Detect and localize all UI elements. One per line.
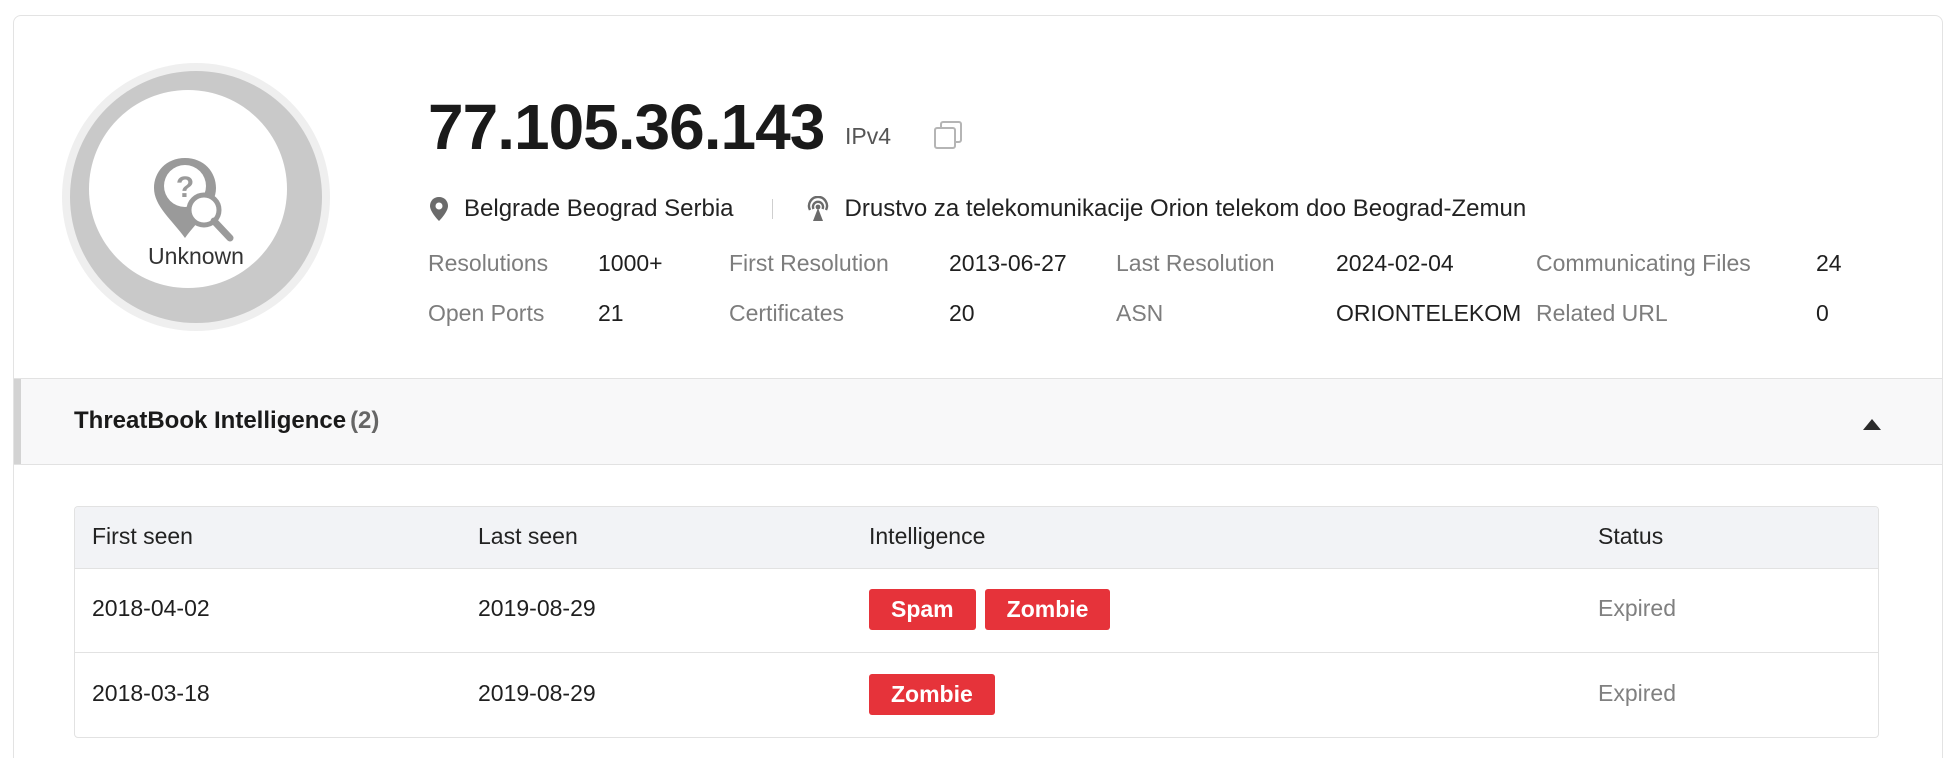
intelligence-section-header[interactable]: ThreatBook Intelligence (2) — [14, 378, 1942, 465]
table-header: First seen Last seen Intelligence Status — [75, 507, 1878, 569]
cell-status: Expired — [1598, 680, 1676, 706]
cell-last-seen: 2019-08-29 — [478, 595, 596, 621]
table-row: 2018-03-18 2019-08-29 Zombie Expired — [75, 654, 1878, 737]
stat-asn-value[interactable]: ORIONTELEKOM — [1336, 298, 1521, 328]
stat-first-resolution-label: First Resolution — [729, 250, 889, 276]
intelligence-table: First seen Last seen Intelligence Status… — [74, 506, 1879, 738]
stat-last-resolution-value: 2024-02-04 — [1336, 250, 1454, 276]
cell-intelligence-tags: Spam Zombie — [869, 589, 1111, 630]
stat-communicating-files-value[interactable]: 24 — [1816, 248, 1842, 278]
stat-asn-label: ASN — [1116, 300, 1164, 326]
ip-summary-card: ? Unknown 77.105.36.143 IPv4 Belgrade Be… — [13, 15, 1943, 758]
cell-status: Expired — [1598, 595, 1676, 621]
geo-divider — [771, 199, 773, 219]
stat-last-resolution-label: Last Resolution — [1116, 250, 1275, 276]
intelligence-count: (2) — [350, 407, 380, 434]
tag-zombie[interactable]: Zombie — [984, 589, 1111, 630]
stat-related-url-value[interactable]: 0 — [1816, 298, 1829, 328]
cell-first-seen: 2018-04-02 — [92, 595, 210, 621]
stat-resolutions-value[interactable]: 1000+ — [598, 248, 663, 278]
geo-row: Belgrade Beograd Serbia Drustvo za telek… — [428, 192, 1526, 226]
tag-spam[interactable]: Spam — [869, 589, 976, 630]
cell-intelligence-tags: Zombie — [869, 674, 995, 715]
stat-first-resolution-value: 2013-06-27 — [949, 250, 1067, 276]
column-header-first-seen: First seen — [92, 523, 193, 549]
location-text: Belgrade Beograd Serbia — [464, 195, 734, 222]
collapse-caret-icon[interactable] — [1863, 419, 1881, 430]
verdict-badge: ? Unknown — [62, 63, 330, 331]
column-header-last-seen: Last seen — [478, 523, 578, 549]
stat-related-url-label: Related URL — [1536, 300, 1668, 326]
intelligence-section-title: ThreatBook Intelligence (2) — [74, 407, 379, 435]
ip-type-label: IPv4 — [845, 123, 892, 149]
stat-open-ports-label: Open Ports — [428, 300, 545, 326]
map-pin-icon — [430, 197, 448, 221]
copy-icon[interactable] — [932, 119, 964, 151]
section-accent-bar — [14, 379, 21, 464]
column-header-status: Status — [1598, 523, 1664, 549]
stat-certificates-value[interactable]: 20 — [949, 298, 975, 328]
ip-address-title: 77.105.36.143 — [428, 91, 825, 163]
stat-certificates-label: Certificates — [729, 300, 845, 326]
question-location-icon: ? — [154, 158, 234, 242]
broadcast-tower-icon — [807, 196, 828, 221]
stat-open-ports-value[interactable]: 21 — [598, 298, 624, 328]
column-header-intelligence: Intelligence — [869, 523, 986, 549]
stat-resolutions-label: Resolutions — [428, 250, 549, 276]
intelligence-title-text: ThreatBook Intelligence — [74, 407, 347, 434]
carrier-text: Drustvo za telekomunikacije Orion teleko… — [844, 195, 1527, 222]
tag-zombie[interactable]: Zombie — [869, 674, 995, 715]
cell-first-seen: 2018-03-18 — [92, 680, 210, 706]
verdict-label: Unknown — [148, 243, 244, 269]
stats-grid: Resolutions 1000+ First Resolution 2013-… — [428, 248, 1908, 358]
cell-last-seen: 2019-08-29 — [478, 680, 596, 706]
stat-communicating-files-label: Communicating Files — [1536, 250, 1751, 276]
table-row: 2018-04-02 2019-08-29 Spam Zombie Expire… — [75, 569, 1878, 653]
